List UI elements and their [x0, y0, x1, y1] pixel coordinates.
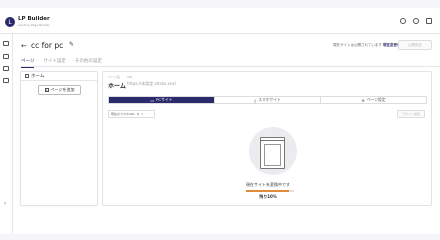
- design-edit-button[interactable]: デザイン編集: [397, 110, 425, 118]
- table-icon[interactable]: [3, 66, 9, 71]
- external-link-icon: ↗: [141, 112, 144, 116]
- page-tree-header[interactable]: ホーム: [21, 72, 97, 81]
- page-name: ホーム: [108, 83, 126, 90]
- tabs-divider: [21, 66, 440, 67]
- converting-message: 現在サイトを変換中です: [246, 182, 290, 187]
- page-detail-panel: ページ名 URL ホーム https://未設定.shalix.xxx/ ▭ P…: [102, 71, 432, 206]
- monitor-icon: [260, 137, 285, 169]
- add-page-button[interactable]: + ページを追加: [38, 85, 81, 95]
- app-frame: L LP Builder Landing Page Builder › ← cc…: [0, 0, 440, 240]
- progress-remaining: 残り10%: [259, 194, 277, 199]
- gear-icon: ⚙: [361, 97, 365, 103]
- pencil-icon[interactable]: ✎: [69, 41, 74, 48]
- page-name-label: ページ名: [108, 75, 120, 79]
- settings-icon[interactable]: [3, 78, 9, 83]
- top-bar: [0, 8, 440, 34]
- account-icon[interactable]: [426, 18, 432, 24]
- page-title: cc for pc: [31, 41, 64, 50]
- view-switcher: ▭ PCサイト ▯ スマホサイト ⚙ ページ設定: [108, 96, 427, 104]
- help-icon[interactable]: [400, 18, 406, 24]
- arrow-left-icon[interactable]: ←: [21, 42, 27, 50]
- preview-url-button[interactable]: 現在のスマホURL ⧉ ↗: [108, 110, 155, 118]
- converting-illustration: [249, 127, 297, 175]
- plus-icon: +: [44, 88, 49, 92]
- tab-page-settings[interactable]: ⚙ ページ設定: [320, 97, 426, 103]
- publish-settings-button[interactable]: 公開設定: [398, 40, 432, 50]
- expand-chevron-icon[interactable]: ›: [4, 200, 6, 207]
- home-icon: [25, 74, 29, 78]
- left-rail: ›: [0, 34, 13, 234]
- app-subtitle: Landing Page Builder: [18, 23, 50, 27]
- url-label: URL: [127, 75, 133, 79]
- site-list-icon[interactable]: [3, 41, 9, 46]
- logo[interactable]: L LP Builder Landing Page Builder: [5, 16, 50, 28]
- top-right-icons: [400, 18, 432, 24]
- tab-pc-site[interactable]: ▭ PCサイト: [109, 97, 214, 103]
- site-status-message: 現在サイトは公開されています 現在変更中です: [333, 43, 408, 47]
- page-tree-panel: ホーム + ページを追加: [20, 71, 98, 206]
- phone-icon: ▯: [254, 97, 257, 103]
- desktop-icon: ▭: [150, 97, 155, 103]
- logo-mark-icon: L: [5, 17, 15, 27]
- notification-icon[interactable]: [413, 18, 419, 24]
- page-url[interactable]: https://未設定.shalix.xxx/: [127, 81, 176, 87]
- progress-bar: [246, 190, 294, 192]
- progress-fill: [246, 190, 290, 192]
- monitor-icon[interactable]: [3, 54, 9, 59]
- tab-smartphone-site[interactable]: ▯ スマホサイト: [214, 97, 320, 103]
- copy-icon: ⧉: [136, 112, 140, 116]
- home-page-label: ホーム: [31, 74, 45, 79]
